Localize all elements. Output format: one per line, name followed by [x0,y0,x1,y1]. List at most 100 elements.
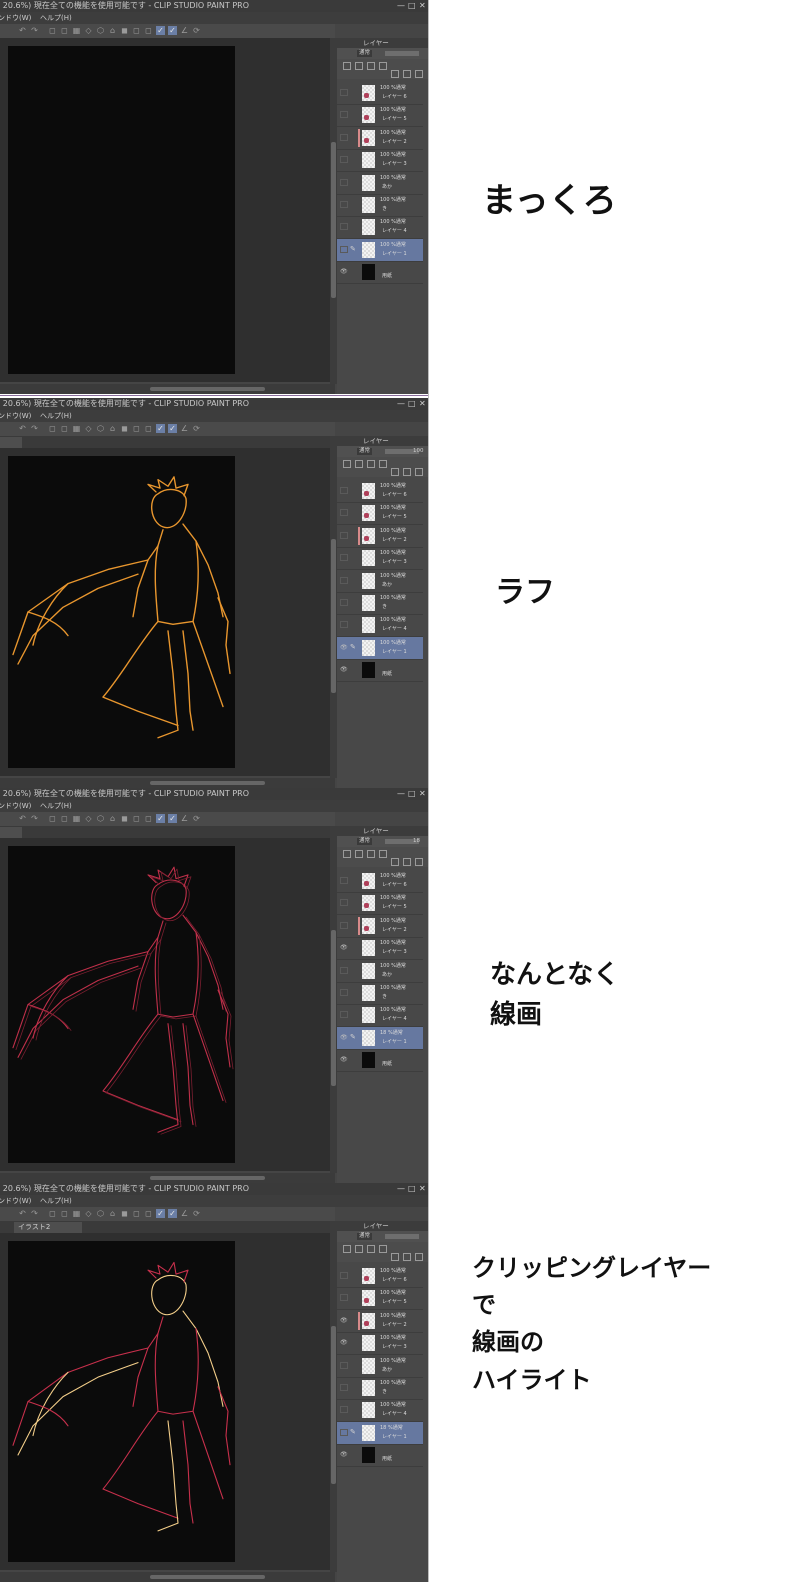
minimize-button[interactable]: — [397,788,405,800]
eye-icon[interactable] [340,1011,348,1019]
layer-row[interactable]: 100 %通常 レイヤー 2 [337,525,423,548]
new-layer-icon[interactable] [343,1245,351,1253]
eye-icon[interactable]: 👁 [340,1451,348,1458]
clip-icon[interactable] [367,460,375,468]
eye-icon[interactable] [340,509,348,517]
crop-icon[interactable]: ⌂ [108,26,117,35]
opacity-slider[interactable] [385,51,419,56]
undo-icon[interactable]: ↶ [18,814,27,823]
snap-icon[interactable]: ✓ [156,26,165,35]
transform-icon[interactable]: ▦ [72,26,81,35]
delete-icon[interactable]: ◻ [132,814,141,823]
blend-mode-select[interactable]: 通常 [357,448,373,455]
layer-row[interactable]: 100 %通常き [337,1377,423,1400]
clip-icon[interactable] [367,1245,375,1253]
layer-row[interactable]: 100 %通常 レイヤー 5 [337,104,423,128]
ruler-icon[interactable]: ∠ [180,26,189,35]
mask-icon[interactable] [403,468,411,476]
select-icon[interactable]: ⬡ [96,424,105,433]
clear-icon[interactable]: ◼ [120,26,129,35]
delete-layer-icon[interactable] [415,1253,423,1261]
clip-icon[interactable] [367,850,375,858]
ref-icon[interactable] [391,858,399,866]
maximize-button[interactable]: □ [408,0,416,12]
redo-icon[interactable]: ↷ [30,26,39,35]
fit-icon[interactable]: ◻ [144,814,153,823]
eye-icon[interactable] [340,1406,348,1414]
mask-icon[interactable] [403,1253,411,1261]
copy-icon[interactable]: ◻ [48,424,57,433]
scroll-thumb[interactable] [331,142,336,298]
eye-icon[interactable]: 👁 [340,1034,348,1041]
lock-icon[interactable] [379,62,387,70]
eye-icon[interactable] [340,245,348,253]
horizontal-scroll-thumb[interactable] [150,1575,265,1579]
undo-icon[interactable]: ↶ [18,26,27,35]
lock-icon[interactable] [379,850,387,858]
minimize-button[interactable]: — [397,1183,405,1195]
menu-help[interactable]: ヘルプ(H) [40,800,72,812]
minimize-button[interactable]: — [397,0,405,12]
copy-icon[interactable]: ◻ [48,26,57,35]
layer-row[interactable]: 👁 ✎ 18 %通常 レイヤー 1 [337,1026,423,1050]
layer-row[interactable]: 👁 用紙 [337,1444,423,1468]
scroll-thumb[interactable] [331,539,336,693]
redo-icon[interactable]: ↷ [30,424,39,433]
layer-row[interactable]: 100 %通常 レイヤー 3 [337,547,423,571]
ruler-icon[interactable]: ∠ [180,814,189,823]
ref-icon[interactable] [391,1253,399,1261]
copy-icon[interactable]: ◻ [48,1209,57,1218]
eye-icon[interactable] [340,111,348,119]
eye-icon[interactable]: 👁 [340,644,348,651]
close-button[interactable]: ✕ [419,1183,426,1195]
new-layer-icon[interactable] [343,62,351,70]
snap-icon[interactable]: ✓ [156,1209,165,1218]
maximize-button[interactable]: □ [408,788,416,800]
layer-row[interactable]: 👁 用紙 [337,261,423,285]
layer-row[interactable]: 100 %通常 レイヤー 4 [337,1004,423,1028]
opacity-slider[interactable] [385,1234,419,1239]
transform-icon[interactable]: ▦ [72,814,81,823]
folder-icon[interactable] [355,1245,363,1253]
fill-icon[interactable]: ◇ [84,1209,93,1218]
eye-icon[interactable] [340,966,348,974]
paste-icon[interactable]: ◻ [60,26,69,35]
close-button[interactable]: ✕ [419,788,426,800]
select-icon[interactable]: ⬡ [96,814,105,823]
eye-icon[interactable] [340,554,348,562]
horizontal-scroll-thumb[interactable] [150,781,265,785]
eye-icon[interactable] [340,1361,348,1369]
eye-icon[interactable]: 👁 [340,666,348,673]
lock-icon[interactable] [379,460,387,468]
undo-icon[interactable]: ↶ [18,424,27,433]
layer-row[interactable]: 100 %通常 レイヤー 6 [337,480,423,503]
layer-row[interactable]: 👁 100 %通常 レイヤー 3 [337,1332,423,1356]
fill-icon[interactable]: ◇ [84,26,93,35]
scroll-thumb[interactable] [331,930,336,1086]
layer-row[interactable]: 👁 100 %通常 レイヤー 2 [337,1310,423,1333]
mask-icon[interactable] [403,70,411,78]
transform-icon[interactable]: ▦ [72,1209,81,1218]
canvas-tab[interactable] [0,827,22,838]
redo-icon[interactable]: ↷ [30,814,39,823]
folder-icon[interactable] [355,850,363,858]
snap-ruler-icon[interactable]: ✓ [168,26,177,35]
layer-row[interactable]: 100 %通常 あか [337,570,423,593]
delete-icon[interactable]: ◻ [132,1209,141,1218]
snap-icon[interactable]: ✓ [156,424,165,433]
clear-icon[interactable]: ◼ [120,814,129,823]
clear-icon[interactable]: ◼ [120,1209,129,1218]
eye-icon[interactable] [340,223,348,231]
delete-icon[interactable]: ◻ [132,424,141,433]
layer-row[interactable]: 100 %通常 あか [337,960,423,983]
select-icon[interactable]: ⬡ [96,26,105,35]
rotate-icon[interactable]: ⟳ [192,26,201,35]
folder-icon[interactable] [355,460,363,468]
menu-window[interactable]: ンドウ(W) [0,410,31,422]
maximize-button[interactable]: □ [408,398,416,410]
snap-ruler-icon[interactable]: ✓ [168,814,177,823]
layer-row[interactable]: 100 %通常 レイヤー 4 [337,614,423,638]
eye-icon[interactable]: 👁 [340,1056,348,1063]
eye-icon[interactable] [340,1294,348,1302]
rotate-icon[interactable]: ⟳ [192,424,201,433]
